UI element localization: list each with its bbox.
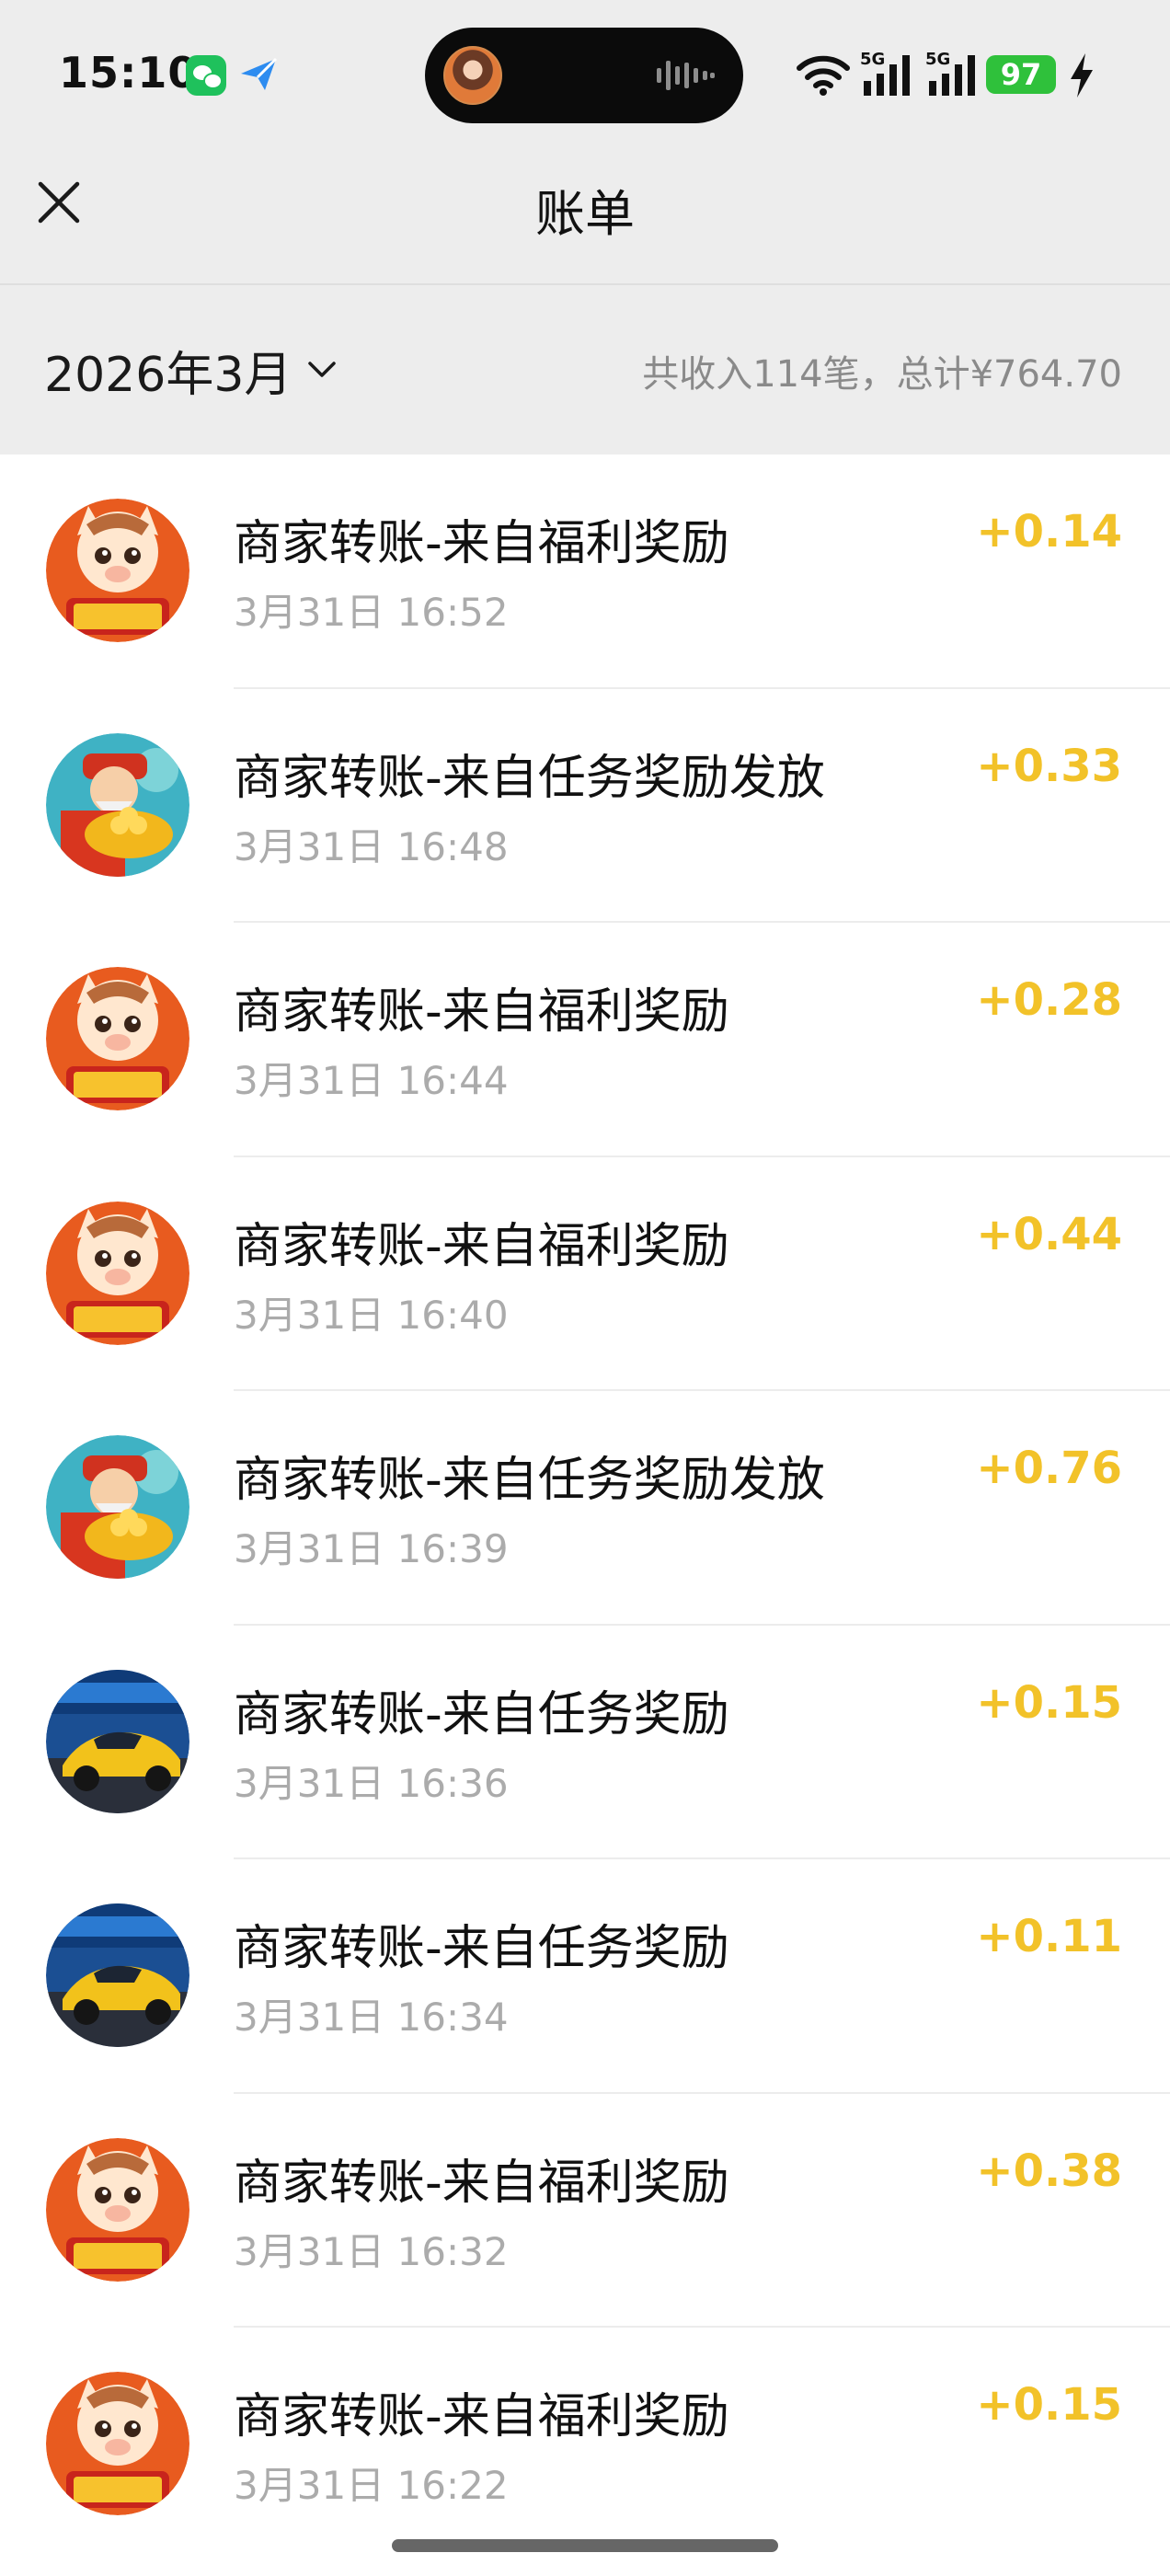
- transaction-amount: +0.28: [976, 974, 1122, 1026]
- svg-text:5G: 5G: [860, 50, 885, 69]
- wifi-icon: [797, 55, 850, 96]
- transaction-list: 商家转账-来自福利奖励 3月31日 16:52 +0.14 商家转账-来自任务奖…: [0, 454, 1170, 2562]
- transaction-title: 商家转账-来自任务奖励: [234, 1921, 729, 1976]
- transaction-time: 3月31日 16:36: [234, 1760, 509, 1806]
- transaction-title: 商家转账-来自福利奖励: [234, 2155, 729, 2211]
- status-bar: 15:10 5G 5G 97: [0, 0, 1170, 147]
- sports-car-avatar: [46, 1669, 189, 1813]
- horse-fortune-avatar: [46, 499, 189, 642]
- transaction-time: 3月31日 16:32: [234, 2228, 509, 2274]
- transaction-row[interactable]: 商家转账-来自福利奖励 3月31日 16:44 +0.28: [0, 923, 1170, 1157]
- transaction-time: 3月31日 16:44: [234, 1058, 509, 1103]
- transaction-amount: +0.11: [976, 1911, 1122, 1962]
- transaction-time: 3月31日 16:52: [234, 590, 509, 635]
- transaction-amount: +0.14: [976, 506, 1122, 558]
- transaction-row[interactable]: 商家转账-来自福利奖励 3月31日 16:32 +0.38: [0, 2094, 1170, 2328]
- signal-icon: 5G: [860, 50, 910, 96]
- transaction-title: 商家转账-来自任务奖励发放: [234, 1453, 825, 1508]
- transaction-title: 商家转账-来自任务奖励: [234, 1686, 729, 1742]
- transaction-row[interactable]: 商家转账-来自福利奖励 3月31日 16:52 +0.14: [0, 454, 1170, 689]
- transaction-row[interactable]: 商家转账-来自福利奖励 3月31日 16:22 +0.15: [0, 2328, 1170, 2562]
- transaction-row[interactable]: 商家转账-来自任务奖励 3月31日 16:34 +0.11: [0, 1859, 1170, 2094]
- income-summary: 共收入114笔，总计¥764.70: [642, 353, 1122, 396]
- svg-text:5G: 5G: [925, 50, 950, 69]
- waveform-icon: [657, 61, 715, 90]
- transaction-title: 商家转账-来自福利奖励: [234, 2389, 729, 2444]
- month-selector[interactable]: 2026年3月: [44, 333, 341, 407]
- transaction-title: 商家转账-来自福利奖励: [234, 1218, 729, 1274]
- transaction-amount: +0.38: [976, 2145, 1122, 2197]
- sports-car-avatar: [46, 1903, 189, 2047]
- signal-icon: 5G: [925, 50, 975, 96]
- battery-icon: 97: [986, 55, 1056, 94]
- transaction-title: 商家转账-来自福利奖励: [234, 984, 729, 1040]
- transaction-time: 3月31日 16:40: [234, 1292, 509, 1338]
- transaction-time: 3月31日 16:22: [234, 2463, 509, 2508]
- nav-bar: 账单: [0, 147, 1170, 285]
- transaction-title: 商家转账-来自福利奖励: [234, 516, 729, 571]
- horse-fortune-avatar: [46, 1201, 189, 1345]
- transaction-row[interactable]: 商家转账-来自任务奖励发放 3月31日 16:39 +0.76: [0, 1391, 1170, 1626]
- status-time: 15:10: [59, 48, 199, 98]
- horse-fortune-avatar: [46, 2137, 189, 2282]
- wechat-icon: [186, 55, 226, 96]
- transaction-amount: +0.15: [976, 2379, 1122, 2431]
- transaction-time: 3月31日 16:34: [234, 1995, 509, 2040]
- island-avatar: [443, 46, 502, 105]
- transaction-amount: +0.44: [976, 1208, 1122, 1260]
- page-title: 账单: [535, 185, 635, 243]
- transaction-amount: +0.76: [976, 1443, 1122, 1494]
- transaction-row[interactable]: 商家转账-来自任务奖励发放 3月31日 16:48 +0.33: [0, 689, 1170, 923]
- month-label: 2026年3月: [44, 347, 292, 403]
- transaction-time: 3月31日 16:48: [234, 823, 509, 869]
- transaction-amount: +0.15: [976, 1676, 1122, 1729]
- send-icon: [241, 57, 278, 90]
- horse-fortune-avatar: [46, 2372, 189, 2515]
- charging-icon: [1071, 53, 1093, 98]
- transaction-row[interactable]: 商家转账-来自福利奖励 3月31日 16:40 +0.44: [0, 1157, 1170, 1391]
- horse-fortune-avatar: [46, 967, 189, 1110]
- transaction-title: 商家转账-来自任务奖励发放: [234, 750, 825, 806]
- transaction-time: 3月31日 16:39: [234, 1526, 509, 1571]
- transaction-row[interactable]: 商家转账-来自任务奖励 3月31日 16:36 +0.15: [0, 1626, 1170, 1859]
- summary-bar: 2026年3月 共收入114笔，总计¥764.70: [0, 285, 1170, 454]
- fortune-god-avatar: [46, 1435, 189, 1579]
- chevron-down-icon: [308, 362, 337, 377]
- home-indicator[interactable]: [392, 2539, 778, 2552]
- fortune-god-avatar: [46, 732, 189, 877]
- dynamic-island[interactable]: [425, 28, 743, 123]
- transaction-amount: +0.33: [976, 740, 1122, 792]
